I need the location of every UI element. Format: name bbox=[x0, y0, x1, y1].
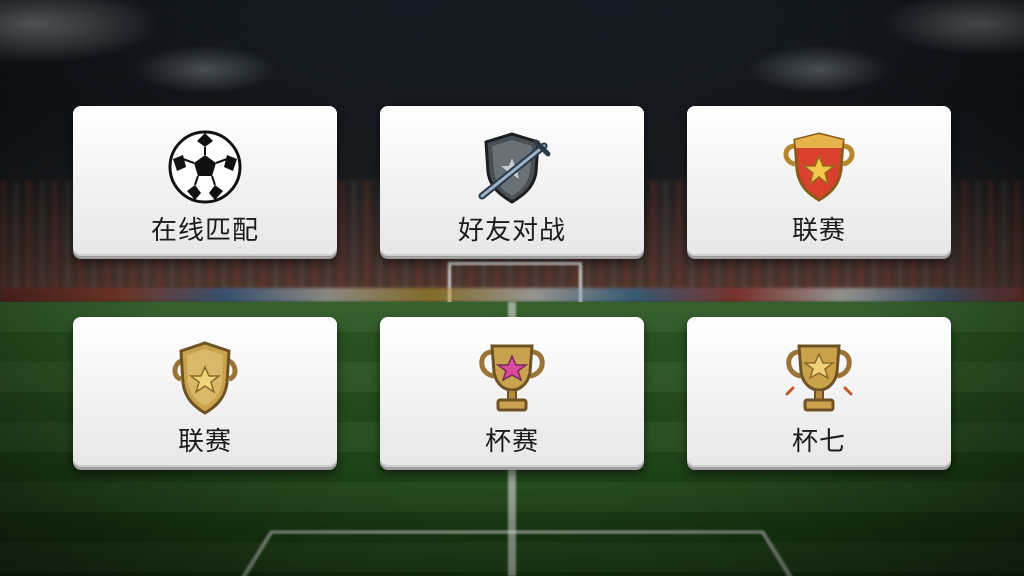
shield-sword-icon bbox=[472, 128, 552, 206]
cup-gold-button[interactable]: 杯七 bbox=[687, 317, 951, 467]
cup-button[interactable]: 杯赛 bbox=[380, 317, 644, 467]
league-label: 联赛 bbox=[791, 216, 846, 246]
online-match-label: 在线匹配 bbox=[150, 216, 259, 246]
friend-battle-button[interactable]: 好友对战 bbox=[380, 106, 644, 256]
friend-battle-label: 好友对战 bbox=[457, 216, 566, 246]
gold-shield-star-icon bbox=[165, 339, 245, 417]
mode-menu: 在线匹配 好友对战 联赛 联赛 杯赛 杯七 bbox=[0, 0, 1024, 576]
league-gold-button[interactable]: 联赛 bbox=[73, 317, 337, 467]
cup-label: 杯赛 bbox=[484, 427, 539, 457]
trophy-gold-star-icon bbox=[779, 339, 859, 417]
online-match-button[interactable]: 在线匹配 bbox=[73, 106, 337, 256]
trophy-pink-star-icon bbox=[472, 339, 552, 417]
league-gold-label: 联赛 bbox=[177, 427, 232, 457]
red-shield-star-icon bbox=[779, 128, 859, 206]
soccer-ball-icon bbox=[165, 128, 245, 206]
cup-gold-label: 杯七 bbox=[791, 427, 846, 457]
league-button[interactable]: 联赛 bbox=[687, 106, 951, 256]
